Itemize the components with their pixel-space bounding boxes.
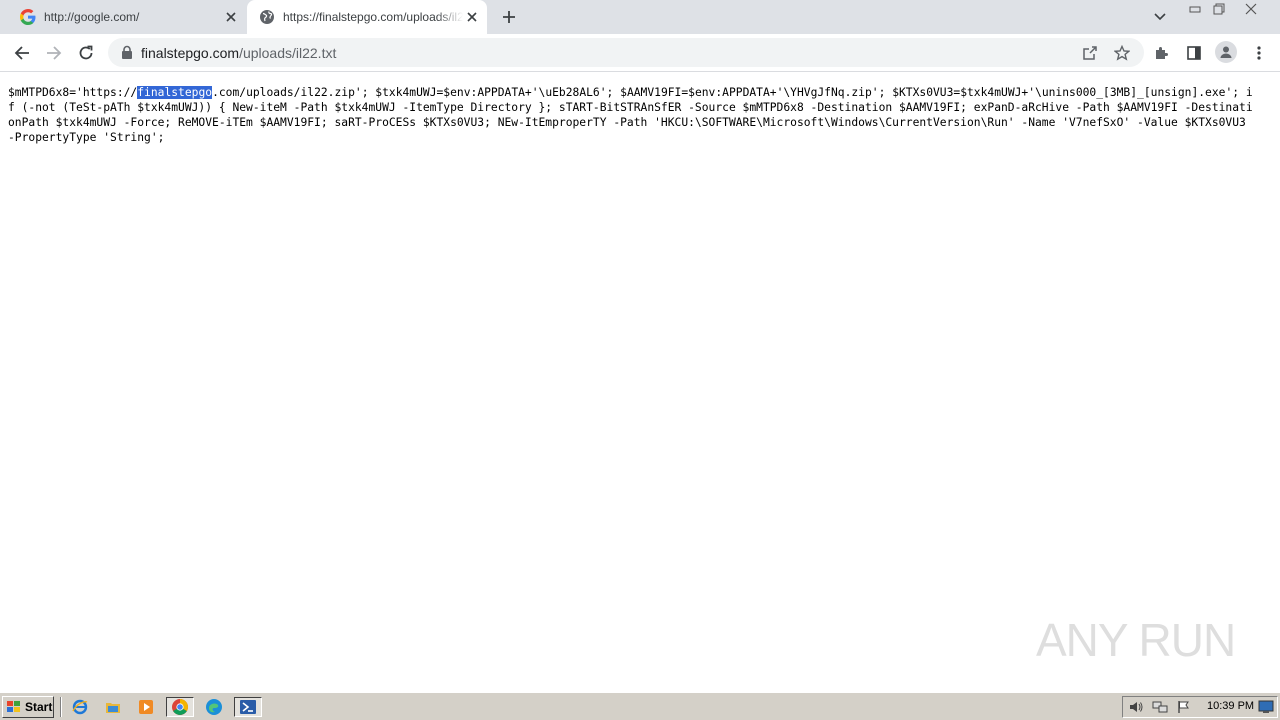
window-controls xyxy=(1183,0,1271,18)
tab-google[interactable]: http://google.com/ xyxy=(0,0,247,34)
chrome-icon xyxy=(172,699,188,715)
profile-avatar-icon[interactable] xyxy=(1215,41,1237,63)
media-player-icon[interactable] xyxy=(135,697,157,717)
lock-icon[interactable] xyxy=(120,45,134,59)
windows-flag-icon xyxy=(7,701,20,712)
edge-icon[interactable] xyxy=(203,697,225,717)
chevron-down-icon xyxy=(1154,13,1166,21)
file-explorer-icon[interactable] xyxy=(102,697,124,717)
arrow-left-icon xyxy=(14,46,29,60)
share-icon[interactable] xyxy=(1080,43,1100,63)
side-panel-icon[interactable] xyxy=(1184,43,1204,63)
url-host: finalstepgo.com xyxy=(141,45,240,61)
powershell-icon xyxy=(240,700,256,714)
show-desktop-icon[interactable] xyxy=(1257,699,1275,715)
taskbar-separator xyxy=(60,697,62,717)
tab-search-button[interactable] xyxy=(1150,8,1170,26)
selected-text: finalstepgo xyxy=(137,86,213,99)
close-window-button[interactable] xyxy=(1231,1,1271,17)
powershell-taskbar-button[interactable] xyxy=(234,697,262,717)
reload-icon xyxy=(79,45,93,60)
windows-taskbar: Start 10:39 PM xyxy=(0,692,1280,720)
extensions-puzzle-icon[interactable] xyxy=(1152,43,1172,63)
kebab-menu-icon[interactable] xyxy=(1249,43,1269,63)
watermark-text: ANY RUN xyxy=(1036,614,1236,666)
clock[interactable]: 10:39 PM xyxy=(1207,700,1254,712)
tab-strip: http://google.com/ https://finalstepgo.c… xyxy=(0,0,1280,34)
close-tab-icon[interactable] xyxy=(221,7,241,27)
close-icon xyxy=(1245,3,1257,15)
browser-toolbar: finalstepgo.com/uploads/il22.txt xyxy=(0,34,1280,72)
forward-button[interactable] xyxy=(40,39,68,67)
url-path: /uploads/il22.txt xyxy=(239,45,337,61)
tab-title: https://finalstepgo.com/uploads/il22.txt xyxy=(283,10,464,24)
tab-finalstepgo[interactable]: https://finalstepgo.com/uploads/il22.txt xyxy=(247,0,487,34)
anyrun-watermark: ANY RUN xyxy=(1036,608,1236,672)
minimize-icon xyxy=(1189,6,1201,13)
volume-icon[interactable] xyxy=(1127,699,1145,715)
text-before-selection: $mMTPD6x8='https:// xyxy=(8,86,138,99)
start-button[interactable]: Start xyxy=(2,696,54,718)
tab-title: http://google.com/ xyxy=(44,10,140,24)
chrome-taskbar-button[interactable] xyxy=(166,697,194,717)
bookmark-star-icon[interactable] xyxy=(1112,43,1132,63)
restore-icon xyxy=(1213,3,1225,15)
minimize-button[interactable] xyxy=(1183,1,1207,17)
new-tab-button[interactable] xyxy=(498,6,520,28)
internet-explorer-icon[interactable] xyxy=(69,697,91,717)
google-g-icon xyxy=(20,9,36,25)
address-bar[interactable]: finalstepgo.com/uploads/il22.txt xyxy=(108,38,1144,67)
start-label: Start xyxy=(25,700,53,714)
plain-text-content[interactable]: $mMTPD6x8='https://finalstepgo.com/uploa… xyxy=(8,85,1258,145)
close-tab-icon[interactable] xyxy=(463,7,481,27)
reload-button[interactable] xyxy=(72,39,100,67)
globe-icon xyxy=(259,9,275,25)
network-icon[interactable] xyxy=(1151,699,1169,715)
restore-button[interactable] xyxy=(1207,1,1231,17)
system-tray: 10:39 PM xyxy=(1122,696,1278,718)
plus-icon xyxy=(503,11,515,23)
action-center-flag-icon[interactable] xyxy=(1175,699,1193,715)
url-text[interactable]: finalstepgo.com/uploads/il22.txt xyxy=(141,45,336,61)
arrow-right-icon xyxy=(47,46,62,60)
back-button[interactable] xyxy=(8,39,36,67)
